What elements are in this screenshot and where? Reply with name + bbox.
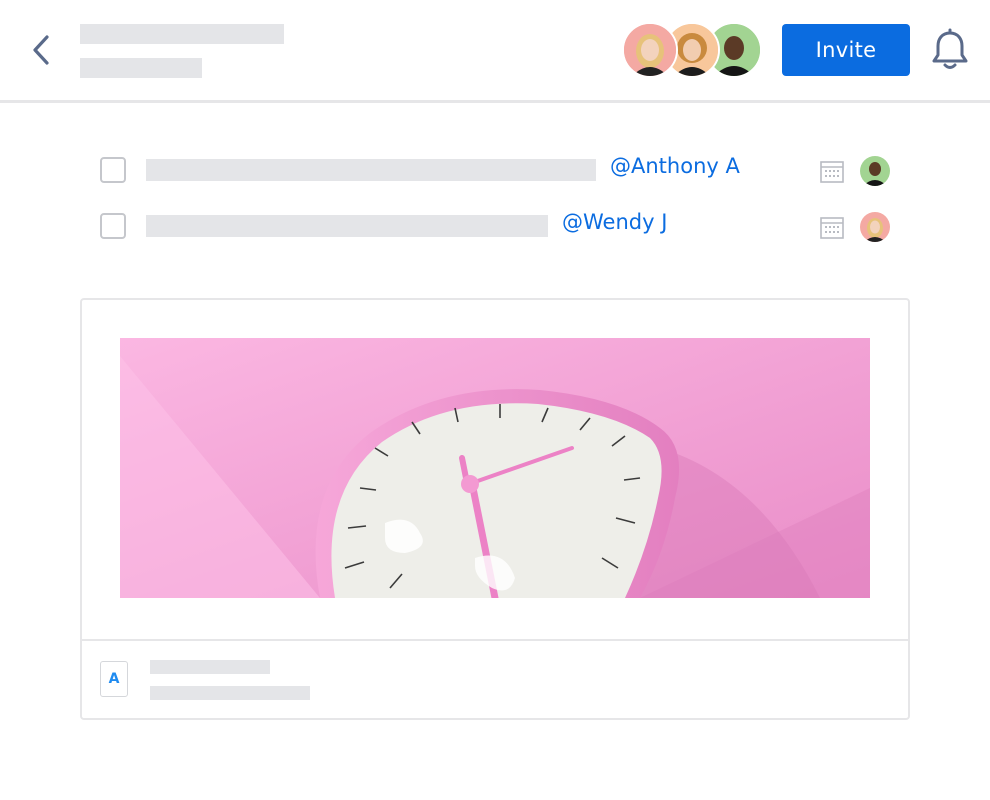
card-divider xyxy=(82,639,908,641)
header: Invite xyxy=(0,0,990,103)
file-meta-placeholder xyxy=(150,686,310,700)
task-item: @Wendy J xyxy=(100,210,900,244)
title-placeholder xyxy=(80,24,284,44)
bell-icon xyxy=(932,28,968,69)
file-type-letter: A xyxy=(108,671,120,687)
avatar[interactable] xyxy=(622,22,678,78)
back-button[interactable] xyxy=(26,30,56,70)
page: Invite @Anthony A @Wendy J A xyxy=(0,0,990,800)
file-type-icon[interactable]: A xyxy=(100,661,128,697)
preview-image xyxy=(120,338,870,598)
invite-button[interactable]: Invite xyxy=(782,24,910,76)
avatar-woman-blonde-icon xyxy=(624,24,676,76)
avatar-man-icon xyxy=(860,156,890,186)
task-checkbox[interactable] xyxy=(100,157,126,183)
assignee-avatar[interactable] xyxy=(860,212,890,242)
task-checkbox[interactable] xyxy=(100,213,126,239)
due-date-button[interactable] xyxy=(820,161,844,183)
calendar-icon xyxy=(820,217,844,239)
collaborator-avatars[interactable] xyxy=(622,22,762,78)
avatar-woman-blonde-icon xyxy=(860,212,890,242)
calendar-icon xyxy=(820,161,844,183)
task-item: @Anthony A xyxy=(100,154,900,188)
mention-link[interactable]: @Anthony A xyxy=(610,154,740,178)
notifications-button[interactable] xyxy=(929,28,971,72)
file-preview-card[interactable]: A xyxy=(80,298,910,720)
assignee-avatar[interactable] xyxy=(860,156,890,186)
task-text-placeholder xyxy=(146,215,548,237)
task-text-placeholder xyxy=(146,159,596,181)
subtitle-placeholder xyxy=(80,58,202,78)
mention-link[interactable]: @Wendy J xyxy=(562,210,667,234)
due-date-button[interactable] xyxy=(820,217,844,239)
melting-clock-image-icon xyxy=(120,338,870,598)
file-name-placeholder xyxy=(150,660,270,674)
chevron-left-icon xyxy=(33,35,49,65)
